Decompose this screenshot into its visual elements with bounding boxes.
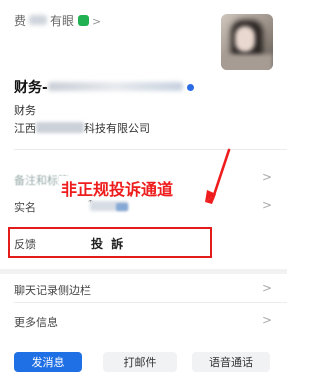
annotation-text: 非正规投诉通道 xyxy=(59,176,176,200)
section-divider xyxy=(0,269,287,274)
divider xyxy=(14,302,287,303)
feedback-label[interactable]: 反馈 xyxy=(14,236,36,252)
status-dot-icon xyxy=(186,84,194,91)
redaction-mask xyxy=(36,122,84,133)
verified-shield-icon xyxy=(78,15,90,26)
company-suffix: 科技有限公司 xyxy=(84,122,150,135)
contact-name: 财务- xyxy=(14,77,194,97)
chevron-right-icon[interactable]: > xyxy=(262,281,272,295)
email-button[interactable]: 打邮件 xyxy=(103,352,177,372)
send-message-button[interactable]: 发消息 xyxy=(14,352,82,372)
more-info-label[interactable]: 更多信息 xyxy=(14,314,58,330)
chevron-right-icon[interactable]: > xyxy=(262,313,272,327)
feedback-value[interactable]: 投 訴 xyxy=(91,235,125,252)
chevron-right-icon[interactable]: > xyxy=(262,170,272,184)
chat-sidebar-label[interactable]: 聊天记录侧边栏 xyxy=(14,282,91,298)
chevron-right-icon[interactable]: > xyxy=(262,198,272,212)
realname-label: 实名 xyxy=(14,201,36,214)
company-name: 江西 科技有限公司 xyxy=(14,120,150,136)
profile-top-prefix: 费 xyxy=(14,14,27,28)
profile-top-suffix: 有眼 xyxy=(50,14,75,28)
avatar[interactable] xyxy=(221,14,273,70)
profile-top-line: 费 有眼 > xyxy=(14,12,101,29)
redaction-mask xyxy=(29,15,48,25)
realname-badge-icon xyxy=(116,203,128,211)
divider xyxy=(14,149,287,150)
company-prefix: 江西 xyxy=(14,122,36,135)
contact-name-prefix: 财务- xyxy=(14,80,48,96)
chevron-right-icon[interactable]: > xyxy=(92,15,101,28)
voice-call-button[interactable]: 语音通话 xyxy=(192,352,270,372)
job-title: 财务 xyxy=(14,104,36,117)
redaction-mask xyxy=(47,82,183,91)
